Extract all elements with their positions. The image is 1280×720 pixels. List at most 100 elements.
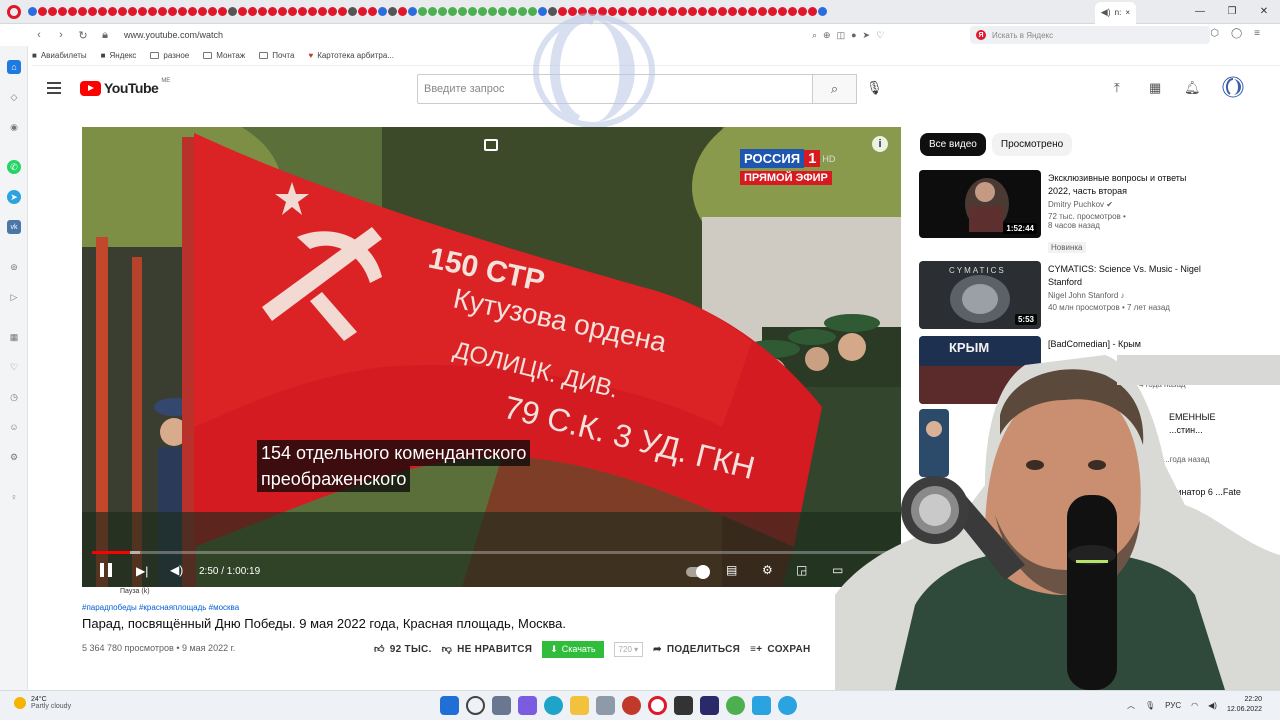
tab-favicon-icon[interactable] bbox=[778, 7, 787, 16]
dislike-button[interactable]: 👎︎ НЕ НРАВИТСЯ bbox=[442, 643, 533, 656]
tab-favicon-icon[interactable] bbox=[458, 7, 467, 16]
tab-favicon-icon[interactable] bbox=[258, 7, 267, 16]
bookmark-folder[interactable]: разное bbox=[150, 51, 189, 60]
language-indicator[interactable]: РУС bbox=[1165, 701, 1181, 710]
tab-favicon-icon[interactable] bbox=[118, 7, 127, 16]
video-thumbnail[interactable]: CYMATICS 5:53 bbox=[919, 261, 1041, 329]
tab-favicon-icon[interactable] bbox=[748, 7, 757, 16]
video-title[interactable]: [BadComedian] - Крым bbox=[1048, 338, 1208, 351]
autoplay-toggle[interactable] bbox=[686, 565, 710, 579]
tab-favicon-icon[interactable] bbox=[718, 7, 727, 16]
tab-favicon-icon[interactable] bbox=[148, 7, 157, 16]
microphone-icon[interactable]: 🎙︎ bbox=[1145, 701, 1155, 710]
tab-favicon-icon[interactable] bbox=[688, 7, 697, 16]
tab-favicon-icon[interactable] bbox=[338, 7, 347, 16]
tab-favicon-icon[interactable] bbox=[388, 7, 397, 16]
vpn-icon[interactable]: ● bbox=[851, 30, 856, 41]
lock-icon[interactable]: 🔒︎ bbox=[98, 28, 112, 42]
apps-icon[interactable]: ▦ bbox=[1149, 80, 1161, 96]
avatar[interactable] bbox=[1222, 76, 1244, 101]
tab-favicon-icon[interactable] bbox=[158, 7, 167, 16]
telegram-icon[interactable]: ➤ bbox=[7, 190, 21, 204]
tab-favicon-icon[interactable] bbox=[378, 7, 387, 16]
tab-favicon-icon[interactable] bbox=[208, 7, 217, 16]
tab-favicon-icon[interactable] bbox=[28, 7, 37, 16]
download-button[interactable]: ⬇ Скачать bbox=[542, 640, 604, 658]
tab-favicon-icon[interactable] bbox=[168, 7, 177, 16]
miniplayer-icon[interactable] bbox=[484, 139, 498, 151]
player-icon[interactable]: ◉ bbox=[7, 120, 21, 134]
tab-favicon-icon[interactable] bbox=[368, 7, 377, 16]
settings-icon[interactable]: ⚙ bbox=[7, 450, 21, 464]
weather-widget[interactable]: 24°C Partly cloudy bbox=[14, 696, 71, 710]
tab-favicon-icon[interactable] bbox=[188, 7, 197, 16]
tab-favicon-icon[interactable] bbox=[448, 7, 457, 16]
app-icon[interactable] bbox=[752, 696, 771, 715]
music-icon[interactable]: ⊚ bbox=[7, 260, 21, 274]
volume-icon[interactable]: ◀) bbox=[1208, 701, 1217, 710]
user-icon[interactable]: ◯ bbox=[1231, 28, 1242, 39]
bookmark-folder[interactable]: Монтаж bbox=[203, 51, 245, 60]
close-icon[interactable]: ✕ bbox=[1248, 0, 1280, 24]
microphone-icon[interactable]: 🎙︎ bbox=[866, 80, 883, 96]
pause-button[interactable] bbox=[100, 563, 114, 579]
forward-icon[interactable]: › bbox=[54, 28, 68, 42]
tab-favicon-icon[interactable] bbox=[228, 7, 237, 16]
app-icon[interactable] bbox=[622, 696, 641, 715]
search-button[interactable]: ⌕ bbox=[813, 74, 857, 104]
subtitles-icon[interactable]: ▤ bbox=[726, 563, 737, 577]
tab-favicon-icon[interactable] bbox=[488, 7, 497, 16]
chip-watched[interactable]: Просмотрено bbox=[991, 133, 1073, 156]
bulb-icon[interactable]: ♀ bbox=[7, 490, 21, 504]
channel-name[interactable]: Dmitry Puchkov ✔ bbox=[1048, 200, 1113, 209]
clock[interactable]: 22:20 12.06.2022 bbox=[1227, 695, 1262, 715]
opera-menu-icon[interactable] bbox=[0, 0, 28, 24]
wifi-icon[interactable]: ◠ bbox=[1191, 701, 1198, 710]
opera-icon[interactable] bbox=[648, 696, 667, 715]
tab-favicon-icon[interactable] bbox=[788, 7, 797, 16]
tab-favicon-icon[interactable] bbox=[738, 7, 747, 16]
tab-favicon-icon[interactable] bbox=[48, 7, 57, 16]
tab-favicon-icon[interactable] bbox=[678, 7, 687, 16]
settings-gear-icon[interactable]: ⚙ bbox=[762, 563, 773, 577]
youtube-logo[interactable]: YouTube ME bbox=[80, 78, 170, 96]
upload-icon[interactable]: ⤒ bbox=[1114, 80, 1120, 96]
video-hashtags[interactable]: #парадпобеды #краснаяплощадь #москва bbox=[82, 603, 239, 612]
tab-favicon-icon[interactable] bbox=[398, 7, 407, 16]
tab-favicon-icon[interactable] bbox=[88, 7, 97, 16]
task-view-icon[interactable] bbox=[492, 696, 511, 715]
share-button[interactable]: ➦ ПОДЕЛИТЬСЯ bbox=[653, 644, 740, 655]
tab-favicon-icon[interactable] bbox=[478, 7, 487, 16]
tab-favicon-icon[interactable] bbox=[298, 7, 307, 16]
tab-favicon-icon[interactable] bbox=[768, 7, 777, 16]
file-explorer-icon[interactable] bbox=[570, 696, 589, 715]
bag-icon[interactable]: ◇ bbox=[7, 90, 21, 104]
whatsapp-icon[interactable]: ✆ bbox=[7, 160, 21, 174]
tab-favicon-icon[interactable] bbox=[108, 7, 117, 16]
bookmark-item[interactable]: ♥ Картотека арбитра... bbox=[308, 51, 394, 60]
app-icon[interactable] bbox=[674, 696, 693, 715]
tab-favicon-icon[interactable] bbox=[728, 7, 737, 16]
tab-favicon-icon[interactable] bbox=[78, 7, 87, 16]
progress-bar[interactable] bbox=[92, 551, 891, 554]
chevron-up-icon[interactable]: ︿ bbox=[1127, 700, 1135, 711]
cube-icon[interactable]: ⬡ bbox=[1210, 28, 1219, 39]
like-button[interactable]: 👍︎ 92 ТЫС. bbox=[374, 643, 432, 656]
zoom-icon[interactable]: ⊕ bbox=[823, 30, 831, 41]
tab-favicon-icon[interactable] bbox=[218, 7, 227, 16]
reload-icon[interactable]: ↻ bbox=[76, 28, 90, 42]
skype-icon[interactable] bbox=[778, 696, 797, 715]
history-icon[interactable]: ◷ bbox=[7, 390, 21, 404]
edge-icon[interactable] bbox=[544, 696, 563, 715]
tab-favicon-icon[interactable] bbox=[658, 7, 667, 16]
app-icon[interactable] bbox=[726, 696, 745, 715]
grid-icon[interactable]: ▦ bbox=[7, 330, 21, 344]
tab-favicon-icon[interactable] bbox=[278, 7, 287, 16]
tab-favicon-icon[interactable] bbox=[308, 7, 317, 16]
chat-icon[interactable] bbox=[518, 696, 537, 715]
vk-icon[interactable]: vk bbox=[7, 220, 21, 234]
restore-icon[interactable]: ❐ bbox=[1216, 0, 1248, 24]
tab-favicon-icon[interactable] bbox=[248, 7, 257, 16]
tab-favicon-icon[interactable] bbox=[318, 7, 327, 16]
search-icon[interactable]: ⌕ bbox=[812, 30, 817, 41]
